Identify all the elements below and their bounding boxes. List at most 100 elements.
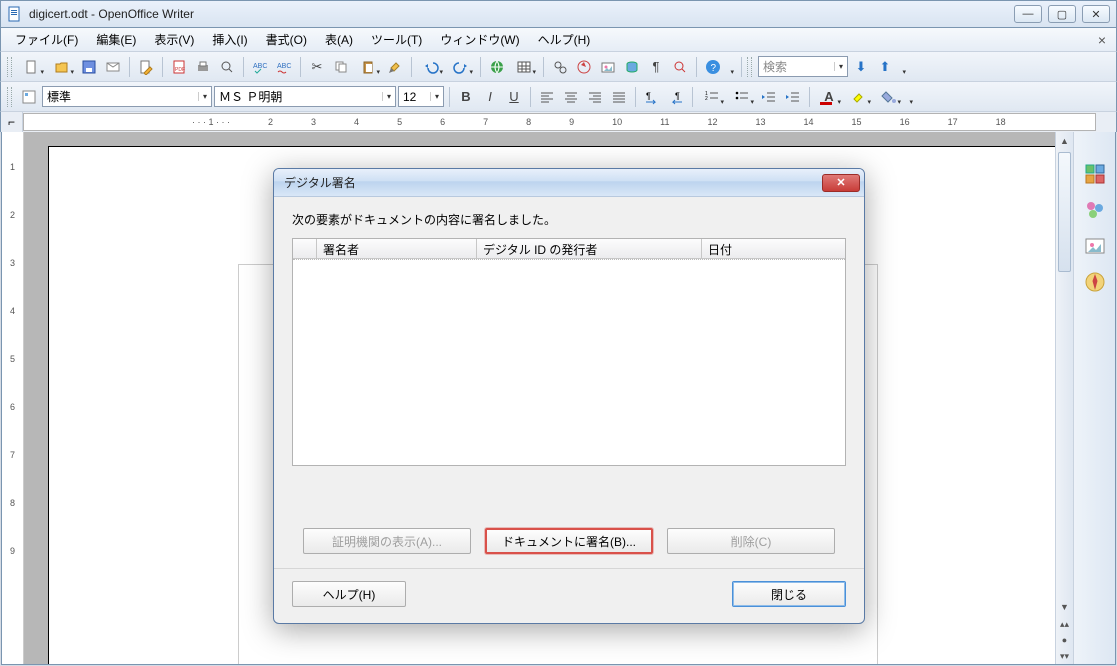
view-certificate-button[interactable]: 証明機関の表示(A)... <box>303 528 471 554</box>
numbering-button[interactable]: 12▾ <box>698 86 726 108</box>
cut-button[interactable]: ✂ <box>306 56 328 78</box>
toolbar-more-button[interactable]: ▾ <box>726 56 736 78</box>
find-replace-button[interactable] <box>549 56 571 78</box>
menu-edit[interactable]: 編集(E) <box>88 29 144 50</box>
redo-button[interactable]: ▾ <box>447 56 475 78</box>
menu-format[interactable]: 書式(O) <box>258 29 315 50</box>
next-page-button[interactable]: ▾▾ <box>1056 648 1073 664</box>
font-name-combo[interactable]: ＭＳ Ｐ明朝 ▾ <box>214 86 396 107</box>
signatures-table[interactable]: 署名者 デジタル ID の発行者 日付 <box>292 238 846 466</box>
horizontal-ruler[interactable]: · · · 1 · · · 2 3 4 5 6 7 8 9 10 11 12 1… <box>23 113 1096 131</box>
scroll-down-button[interactable]: ▼ <box>1056 598 1073 616</box>
minimize-button[interactable]: — <box>1014 5 1042 23</box>
col-date[interactable]: 日付 <box>702 239 845 258</box>
background-color-button[interactable]: ▾ <box>875 86 903 108</box>
close-window-button[interactable]: ✕ <box>1082 5 1110 23</box>
undo-button[interactable]: ▾ <box>417 56 445 78</box>
align-left-button[interactable] <box>536 86 558 108</box>
maximize-button[interactable]: ▢ <box>1048 5 1076 23</box>
nonprinting-chars-button[interactable]: ¶ <box>645 56 667 78</box>
find-next-button[interactable]: ⬇ <box>850 56 872 78</box>
email-button[interactable] <box>102 56 124 78</box>
scroll-up-button[interactable]: ▲ <box>1056 132 1073 150</box>
highlight-color-button[interactable]: ▾ <box>845 86 873 108</box>
svg-text:2: 2 <box>705 96 708 102</box>
align-center-button[interactable] <box>560 86 582 108</box>
format-paintbrush-button[interactable] <box>384 56 406 78</box>
increase-indent-button[interactable] <box>782 86 804 108</box>
menu-tools[interactable]: ツール(T) <box>363 29 430 50</box>
align-justify-button[interactable] <box>608 86 630 108</box>
sidebar-gallery-icon[interactable] <box>1083 234 1107 258</box>
scroll-track[interactable] <box>1056 274 1073 598</box>
menu-view[interactable]: 表示(V) <box>146 29 202 50</box>
decrease-indent-button[interactable] <box>758 86 780 108</box>
scroll-thumb[interactable] <box>1058 152 1071 272</box>
nav-by-button[interactable]: ● <box>1056 632 1073 648</box>
window-title: digicert.odt - OpenOffice Writer <box>29 7 1014 21</box>
auto-spellcheck-button[interactable]: ABC <box>273 56 295 78</box>
new-doc-button[interactable]: ▾ <box>18 56 46 78</box>
align-right-button[interactable] <box>584 86 606 108</box>
underline-button[interactable]: U <box>503 86 525 108</box>
copy-button[interactable] <box>330 56 352 78</box>
dialog-close-ok-button[interactable]: 閉じる <box>732 581 846 607</box>
rtl-button[interactable]: ¶ <box>665 86 687 108</box>
toolbar-handle-2[interactable] <box>7 87 12 107</box>
help-button[interactable]: ? <box>702 56 724 78</box>
bold-button[interactable]: B <box>455 86 477 108</box>
sidebar-navigator-icon[interactable] <box>1083 270 1107 294</box>
dialog-titlebar[interactable]: デジタル署名 ✕ <box>274 169 864 197</box>
close-doc-button[interactable]: × <box>1094 32 1110 48</box>
sidebar-properties-icon[interactable] <box>1083 162 1107 186</box>
dialog-help-button[interactable]: ヘルプ(H) <box>292 581 406 607</box>
col-issuer[interactable]: デジタル ID の発行者 <box>477 239 702 258</box>
export-pdf-button[interactable]: PDF <box>168 56 190 78</box>
menu-table[interactable]: 表(A) <box>317 29 361 50</box>
svg-text:¶: ¶ <box>675 91 680 101</box>
dialog-close-button[interactable]: ✕ <box>822 174 860 192</box>
prev-page-button[interactable]: ▴▴ <box>1056 616 1073 632</box>
paragraph-style-combo[interactable]: 標準 ▾ <box>42 86 212 107</box>
italic-button[interactable]: I <box>479 86 501 108</box>
spellcheck-button[interactable]: ABC <box>249 56 271 78</box>
menu-insert[interactable]: 挿入(I) <box>204 29 255 50</box>
data-sources-button[interactable] <box>621 56 643 78</box>
formatting-toolbar-more[interactable]: ▾ <box>905 86 915 108</box>
table-body[interactable] <box>293 259 845 465</box>
print-preview-button[interactable] <box>216 56 238 78</box>
navigator-button[interactable] <box>573 56 595 78</box>
find-combo[interactable]: 検索 ▾ <box>758 56 848 77</box>
hyperlink-button[interactable] <box>486 56 508 78</box>
standard-toolbar: ▾ ▾ PDF ABC ABC ✂ ▾ ▾ ▾ ▾ ¶ ? ▾ 検索 ▾ ⬇ ⬆… <box>0 52 1117 82</box>
find-prev-button[interactable]: ⬆ <box>874 56 896 78</box>
vertical-ruler[interactable]: 1 2 3 4 5 6 7 8 9 <box>2 132 24 664</box>
menu-window[interactable]: ウィンドウ(W) <box>432 29 527 50</box>
sidebar-styles-icon[interactable] <box>1083 198 1107 222</box>
insert-table-button[interactable]: ▾ <box>510 56 538 78</box>
font-name-value: ＭＳ Ｐ明朝 <box>219 88 382 105</box>
styles-button[interactable] <box>18 86 40 108</box>
font-color-button[interactable]: A▾ <box>815 86 843 108</box>
col-blank[interactable] <box>293 239 317 258</box>
menu-file[interactable]: ファイル(F) <box>7 29 86 50</box>
print-button[interactable] <box>192 56 214 78</box>
zoom-button[interactable] <box>669 56 691 78</box>
remove-signature-button[interactable]: 削除(C) <box>667 528 835 554</box>
paste-button[interactable]: ▾ <box>354 56 382 78</box>
menu-help[interactable]: ヘルプ(H) <box>530 29 599 50</box>
col-signer[interactable]: 署名者 <box>317 239 477 258</box>
bullets-button[interactable]: ▾ <box>728 86 756 108</box>
edit-doc-button[interactable] <box>135 56 157 78</box>
find-toolbar-more[interactable]: ▾ <box>898 56 908 78</box>
gallery-button[interactable] <box>597 56 619 78</box>
open-button[interactable]: ▾ <box>48 56 76 78</box>
save-button[interactable] <box>78 56 100 78</box>
ltr-button[interactable]: ¶ <box>641 86 663 108</box>
find-toolbar-handle[interactable] <box>747 57 752 77</box>
font-size-combo[interactable]: 12 ▾ <box>398 86 444 107</box>
sign-document-button[interactable]: ドキュメントに署名(B)... <box>485 528 653 554</box>
vertical-scrollbar[interactable]: ▲ ▼ ▴▴ ● ▾▾ <box>1055 132 1073 664</box>
menubar: ファイル(F) 編集(E) 表示(V) 挿入(I) 書式(O) 表(A) ツール… <box>0 28 1117 52</box>
toolbar-handle[interactable] <box>7 57 12 77</box>
